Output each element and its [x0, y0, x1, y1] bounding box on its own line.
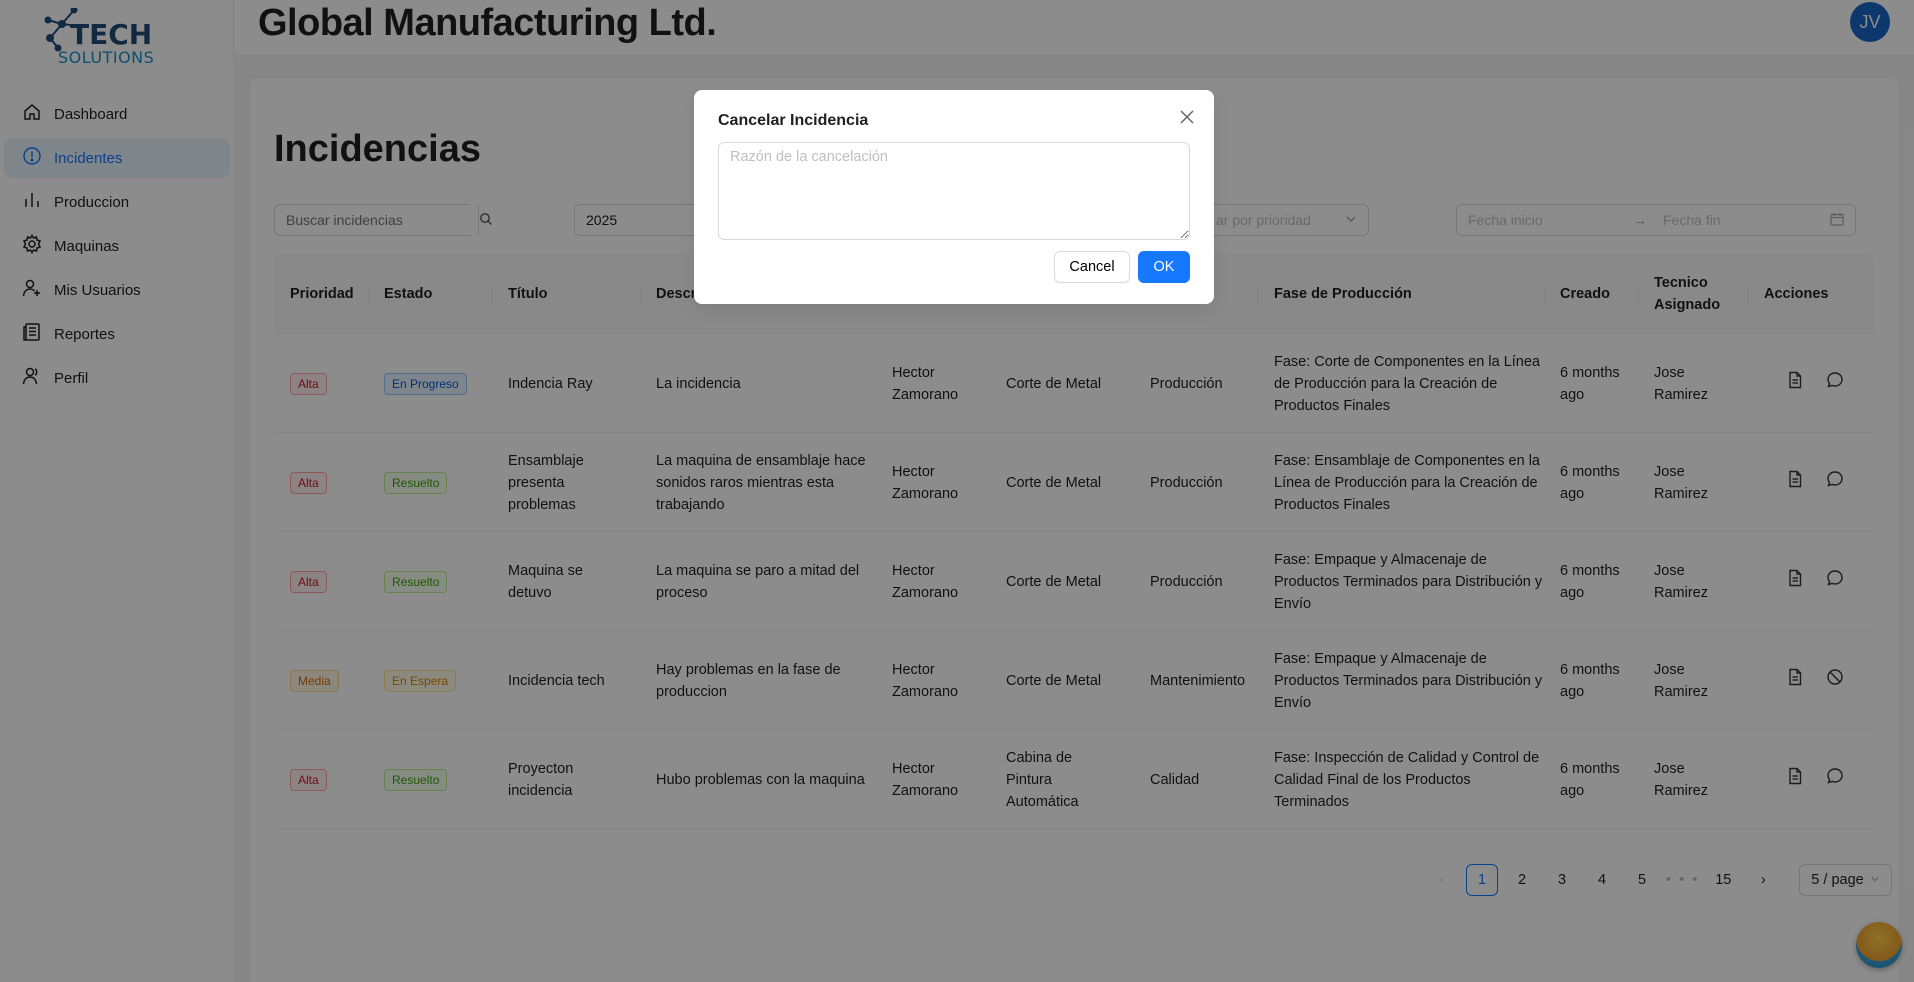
close-icon[interactable] — [1176, 106, 1198, 128]
ok-button[interactable]: OK — [1138, 251, 1190, 283]
cancel-incident-modal: Cancelar Incidencia Cancel OK — [694, 90, 1214, 304]
cancel-button[interactable]: Cancel — [1054, 251, 1130, 283]
modal-title: Cancelar Incidencia — [718, 112, 869, 129]
cancellation-reason-textarea[interactable] — [718, 142, 1190, 240]
